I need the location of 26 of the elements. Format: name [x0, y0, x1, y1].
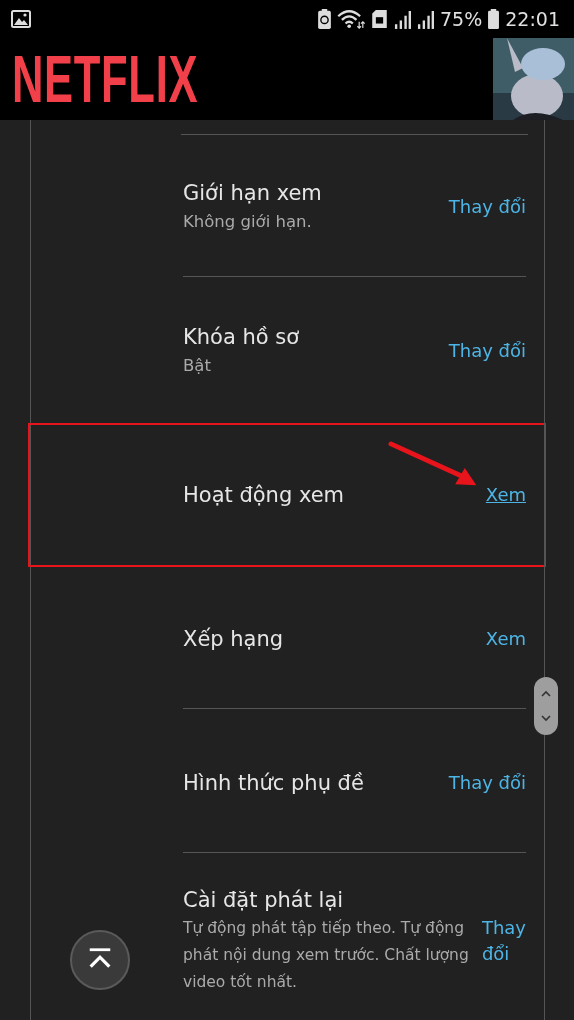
setting-value: Tự động phát tập tiếp theo. Tự động phát nội dung xem trước. Chất lượng video tốt nhất. — [183, 918, 470, 993]
battery-saver-icon — [318, 9, 331, 29]
setting-title: Cài đặt phát lại — [183, 887, 345, 914]
battery-icon — [488, 9, 500, 29]
change-link[interactable]: Thay đổi — [448, 337, 526, 364]
change-link[interactable]: Thay đổi — [448, 769, 526, 796]
change-link[interactable]: Thay đổi — [448, 193, 526, 220]
setting-title: Khóa hồ sơ — [183, 323, 300, 351]
clock: 22:01 — [505, 8, 560, 30]
wifi-icon — [337, 9, 365, 29]
scroll-handle[interactable] — [534, 677, 558, 735]
sim-card-icon — [371, 9, 388, 29]
change-link[interactable]: Thay đổi — [481, 914, 526, 967]
change-link[interactable]: Xem — [485, 625, 526, 652]
setting-title: Xếp hạng — [183, 625, 284, 653]
signal-icon — [394, 9, 411, 29]
setting-value: Không giới hạn. — [183, 210, 313, 233]
avatar[interactable] — [493, 38, 574, 120]
image-icon — [11, 10, 31, 28]
setting-title: Giới hạn xem — [183, 179, 322, 207]
setting-value: Bật — [183, 354, 212, 377]
signal-icon — [417, 9, 434, 29]
setting-title: Hình thức phụ đề — [183, 769, 364, 797]
setting-title: Hoạt động xem — [183, 481, 345, 509]
battery-percent: 75% — [440, 8, 483, 30]
change-link[interactable]: Xem — [485, 481, 526, 508]
